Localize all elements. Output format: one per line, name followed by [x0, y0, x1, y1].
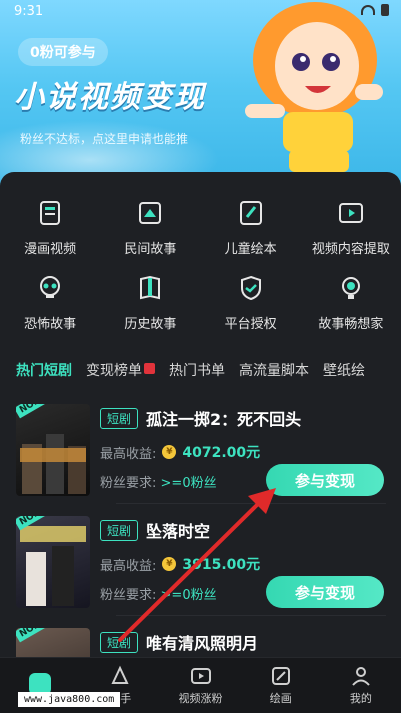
poster-art — [20, 526, 86, 606]
tab-hot-books[interactable]: 热门书单 — [169, 360, 225, 380]
drama-thumbnail: NO.1 — [16, 404, 90, 496]
income-amount: 3915.00元 — [182, 557, 261, 573]
income-row: 最高收益: ¥ 3915.00元 — [100, 554, 260, 574]
income-label: 最高收益: — [100, 446, 157, 462]
category-tag: 短剧 — [100, 632, 139, 653]
drama-title: 孤注一掷2：死不回头 — [146, 410, 302, 429]
drama-title: 坠落时空 — [146, 522, 211, 541]
drama-title: 唯有清风照明月 — [146, 634, 259, 653]
profile-icon — [352, 667, 370, 686]
tool-story-dreamer[interactable]: 故事畅想家 — [301, 271, 401, 332]
income-row: 最高收益: ¥ 4072.00元 — [100, 442, 260, 462]
coin-icon: ¥ — [162, 557, 177, 571]
comic-video-icon — [33, 196, 67, 230]
fans-row: 粉丝要求: >=0粉丝 — [100, 584, 217, 603]
status-time: 9:31 — [14, 4, 44, 19]
nav-label: 我的 — [349, 692, 372, 705]
bulb-icon — [334, 271, 368, 305]
fans-label: 粉丝要求: — [100, 588, 157, 603]
banner-subtitle[interactable]: 粉丝不达标，点这里申请也能推 — [20, 130, 188, 147]
banner-pill: 0粉可参与 — [18, 38, 108, 66]
mascot-illustration — [245, 2, 383, 172]
tool-label: 视频内容提取 — [311, 242, 390, 257]
divider — [116, 615, 386, 616]
nav-label: 绘画 — [269, 692, 292, 705]
tab-high-traffic-script[interactable]: 高流量脚本 — [239, 360, 309, 380]
nav-paint[interactable]: 绘画 — [241, 658, 321, 713]
drama-card[interactable]: NO.2 短剧 坠落时空 最高收益: ¥ 3915.00元 粉丝要求: >=0粉… — [16, 516, 386, 616]
tool-folk-story[interactable]: 民间故事 — [100, 196, 200, 257]
tool-grid: 漫画视频 民间故事 儿童绘本 视频内容提取 恐怖故事 历史故事 平台授权 故事畅… — [0, 196, 401, 332]
fans-requirement: >=0粉丝 — [160, 588, 217, 603]
nav-video-fans[interactable]: 视频涨粉 — [160, 658, 240, 713]
bottom-nav: 助手 视频涨粉 绘画 我的 www.java800.com — [0, 657, 401, 713]
category-tabs: 热门短剧 变现榜单 热门书单 高流量脚本 壁纸绘 — [16, 360, 365, 380]
tool-label: 民间故事 — [124, 242, 177, 257]
nav-label: 视频涨粉 — [178, 692, 223, 705]
skull-icon — [33, 271, 67, 305]
tool-label: 故事畅想家 — [318, 317, 384, 332]
tool-label: 平台授权 — [224, 317, 277, 332]
watermark: www.java800.com — [18, 692, 121, 707]
join-monetize-button[interactable]: 参与变现 — [266, 464, 384, 496]
poster-art — [20, 434, 86, 494]
divider — [116, 503, 386, 504]
drama-thumbnail: NO.3 — [16, 628, 90, 658]
shield-icon — [234, 271, 268, 305]
tool-label: 恐怖故事 — [24, 317, 77, 332]
tool-video-extract[interactable]: 视频内容提取 — [301, 196, 401, 257]
video-extract-icon — [334, 196, 368, 230]
category-tag: 短剧 — [100, 408, 139, 429]
income-amount: 4072.00元 — [182, 445, 261, 461]
tab-label: 变现榜单 — [86, 363, 142, 379]
tool-label: 儿童绘本 — [224, 242, 277, 257]
tab-hot-drama[interactable]: 热门短剧 — [16, 360, 72, 380]
tool-platform-auth[interactable]: 平台授权 — [201, 271, 301, 332]
drama-card[interactable]: NO.3 短剧 唯有清风照明月 — [16, 628, 386, 658]
tool-horror-story[interactable]: 恐怖故事 — [0, 271, 100, 332]
tool-history-story[interactable]: 历史故事 — [100, 271, 200, 332]
folk-story-icon — [133, 196, 167, 230]
assistant-icon — [111, 665, 129, 684]
income-label: 最高收益: — [100, 558, 157, 574]
nav-profile[interactable]: 我的 — [321, 658, 401, 713]
tool-comic-video[interactable]: 漫画视频 — [0, 196, 100, 257]
drama-card[interactable]: NO.1 短剧 孤注一掷2：死不回头 最高收益: ¥ 4072.00元 粉丝要求… — [16, 404, 386, 504]
tool-label: 历史故事 — [124, 317, 177, 332]
banner-title: 小说视频变现 — [14, 80, 206, 115]
history-book-icon — [133, 271, 167, 305]
fans-label: 粉丝要求: — [100, 476, 157, 491]
coin-icon: ¥ — [162, 445, 177, 459]
paint-icon — [271, 667, 290, 685]
tool-label: 漫画视频 — [24, 242, 77, 257]
drama-thumbnail: NO.2 — [16, 516, 90, 608]
tab-monetize-ranking[interactable]: 变现榜单 — [86, 360, 155, 380]
rank-badge: NO.3 — [16, 628, 54, 643]
fans-row: 粉丝要求: >=0粉丝 — [100, 472, 217, 491]
red-badge-icon — [144, 363, 155, 374]
join-monetize-button[interactable]: 参与变现 — [266, 576, 384, 608]
promo-banner[interactable]: 9:31 0粉可参与 小说视频变现 粉丝不达标，点这里申请也能推 — [0, 0, 401, 190]
fans-requirement: >=0粉丝 — [160, 476, 217, 491]
category-tag: 短剧 — [100, 520, 139, 541]
kids-book-icon — [234, 196, 268, 230]
tab-wallpaper[interactable]: 壁纸绘 — [323, 360, 365, 380]
tool-kids-book[interactable]: 儿童绘本 — [201, 196, 301, 257]
video-icon — [190, 668, 211, 684]
